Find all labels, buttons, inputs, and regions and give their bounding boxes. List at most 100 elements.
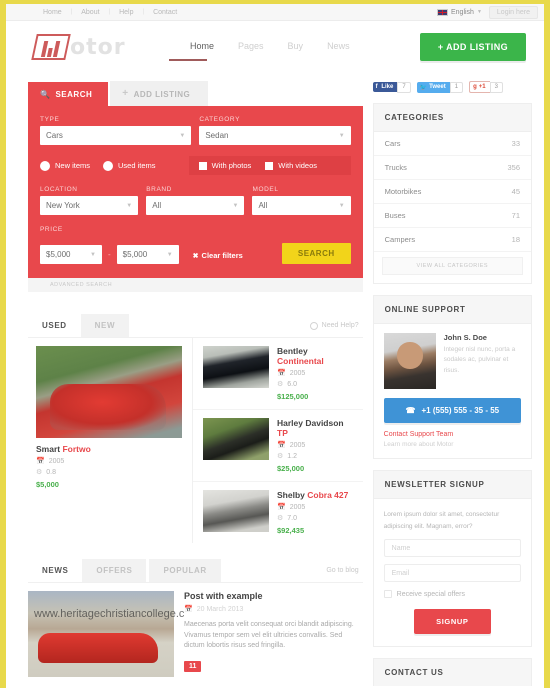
list-item[interactable]: Bentley Continental 📅 2005 ⚙ 6.0 $125,00… (193, 338, 363, 410)
support-agent-info: John S. Doe Integer nisl nunc, porta a s… (444, 333, 521, 389)
sidebar-item-cars[interactable]: Cars 33 (373, 132, 531, 156)
nav-item-pages[interactable]: Pages (238, 41, 264, 54)
top-nav: Home | About | Help | Contact (34, 9, 186, 16)
tab-used[interactable]: USED (28, 314, 81, 337)
listings-body: Smart Fortwo 📅 2005 ⚙ 0.8 $5,000 Bentley… (28, 337, 363, 543)
listing-year: 📅 2005 (277, 441, 355, 450)
view-all-categories-button[interactable]: VIEW ALL CATEGORIES (381, 257, 523, 275)
page-root: Home | About | Help | Contact English ▼ … (0, 0, 550, 688)
listing-price: $25,000 (277, 464, 305, 473)
featured-listing-title: Smart Fortwo (36, 444, 182, 454)
featured-listing-engine: ⚙ 0.8 (36, 468, 182, 477)
condition-radio-group: New items Used items (40, 160, 189, 171)
clear-filters-label: Clear filters (201, 251, 243, 260)
sidebar-item-trucks[interactable]: Trucks 356 (373, 156, 531, 180)
price-min-select[interactable]: $5,000 ▼ (40, 245, 102, 264)
news-post-title[interactable]: Post with example (184, 591, 359, 601)
list-item[interactable]: Harley Davidson TP 📅 2005 ⚙ 1.2 $25,000 (193, 410, 363, 482)
twitter-tweet-count: 1 (449, 81, 464, 93)
category-select[interactable]: Sedan ▼ (199, 126, 351, 145)
search-row-type: TYPE Cars ▼ CATEGORY Sedan ▼ (40, 116, 351, 145)
listings-section: USED NEW Need Help? Smart Fortwo 📅 2005 … (28, 314, 363, 543)
newsletter-signup-button[interactable]: SIGNUP (414, 609, 491, 635)
checkbox-with-photos-label: With photos (211, 161, 252, 170)
model-select[interactable]: All ▼ (252, 196, 351, 215)
twitter-tweet-button[interactable]: 🐦 Tweet 1 (416, 81, 464, 93)
facebook-like-button[interactable]: f Like 7 (372, 81, 411, 93)
newsletter-offers-checkbox[interactable]: Receive special offers (383, 590, 521, 599)
type-label: TYPE (40, 116, 60, 123)
listing-meta: Harley Davidson TP 📅 2005 ⚙ 1.2 $25,000 (277, 418, 355, 473)
model-label: MODEL (252, 186, 279, 193)
tab-news[interactable]: NEWS (28, 559, 82, 582)
site-header: otor Home Pages Buy News + ADD LISTING (6, 21, 544, 73)
nav-item-news[interactable]: News (327, 41, 350, 54)
listings-tabs: USED NEW Need Help? (28, 314, 363, 337)
contact-support-team-link[interactable]: Contact Support Team (384, 431, 521, 438)
listing-brand: Bentley (277, 346, 308, 356)
goto-blog-link[interactable]: Go to blog (326, 567, 362, 574)
listing-engine-value: 6.0 (287, 380, 298, 388)
sidebar-item-buses[interactable]: Buses 71 (373, 204, 531, 228)
radio-new-items[interactable]: New items (40, 160, 90, 171)
calendar-icon: 📅 (277, 370, 286, 377)
support-agent-description: Integer nisl nunc, porta a sodales ac, p… (443, 346, 516, 374)
newsletter-name-input[interactable]: Name (383, 539, 521, 558)
top-nav-about[interactable]: About (72, 9, 108, 16)
sidebar-item-campers[interactable]: Campers 18 (373, 228, 531, 252)
nav-item-buy[interactable]: Buy (288, 41, 304, 54)
newsletter-widget: NEWSLETTER SIGNUP Lorem ipsum dolor sit … (372, 470, 532, 648)
sidebar: f Like 7 🐦 Tweet 1 g +1 3 CATEGORIES Cars … (372, 81, 532, 687)
engine-icon: ⚙ (277, 453, 284, 460)
nav-item-home[interactable]: Home (190, 41, 214, 54)
category-count: 45 (511, 187, 520, 196)
support-phone-button[interactable]: ☎ +1 (555) 555 - 35 - 55 (383, 398, 521, 423)
facebook-like-label: Like (381, 84, 394, 90)
tab-popular[interactable]: POPULAR (149, 559, 221, 582)
login-button[interactable]: Login here (488, 5, 538, 19)
list-item[interactable]: Shelby Cobra 427 📅 2005 ⚙ 7.0 $92,435 (193, 482, 363, 543)
radio-icon (103, 160, 114, 171)
featured-listing[interactable]: Smart Fortwo 📅 2005 ⚙ 0.8 $5,000 (28, 338, 192, 543)
listing-meta: Shelby Cobra 427 📅 2005 ⚙ 7.0 $92,435 (277, 490, 355, 535)
featured-listing-engine-value: 0.8 (46, 468, 57, 476)
checkbox-with-videos[interactable]: With videos (265, 161, 317, 170)
learn-more-link[interactable]: Learn more about Motor (384, 441, 521, 448)
sidebar-item-motorbikes[interactable]: Motorbikes 45 (373, 180, 531, 204)
logo[interactable]: otor (31, 34, 154, 60)
clear-filters-button[interactable]: ✖ Clear filters (193, 251, 243, 264)
add-listing-button[interactable]: + ADD LISTING (419, 33, 526, 61)
advanced-search-bar[interactable]: ADVANCED SEARCH (28, 278, 363, 292)
tab-new[interactable]: NEW (80, 314, 130, 337)
categories-widget-title: CATEGORIES (373, 104, 531, 132)
need-help-link[interactable]: Need Help? (309, 321, 363, 330)
google-plus-button[interactable]: g +1 3 (469, 81, 503, 93)
language-selector[interactable]: English ▼ (436, 8, 482, 16)
google-plus-label: +1 (478, 84, 486, 90)
top-nav-contact[interactable]: Contact (144, 9, 186, 16)
news-post-comment-count[interactable]: 11 (184, 660, 202, 672)
price-min-value: $5,000 (46, 250, 71, 259)
newsletter-email-input[interactable]: Email (383, 564, 521, 583)
tab-search[interactable]: 🔍 SEARCH (28, 82, 109, 106)
media-checkbox-panel: With photos With videos (188, 156, 351, 175)
type-select[interactable]: Cars ▼ (40, 126, 192, 145)
price-max-select[interactable]: $5,000 ▼ (116, 245, 179, 264)
tab-add-listing[interactable]: + ADD LISTING (110, 81, 209, 106)
brand-select[interactable]: All ▼ (146, 196, 245, 215)
featured-listing-model: Fortwo (62, 444, 91, 454)
top-nav-home[interactable]: Home (34, 9, 71, 16)
model-value: All (258, 201, 268, 210)
radio-used-items[interactable]: Used items (103, 160, 156, 171)
image-watermark: www.heritagechristiancollege.c (34, 608, 185, 620)
listing-title: Harley Davidson TP (277, 418, 355, 438)
twitter-tweet-label: Tweet (429, 84, 446, 90)
top-nav-help[interactable]: Help (110, 9, 142, 16)
listing-engine-value: 7.0 (287, 514, 298, 522)
tab-offers[interactable]: OFFERS (82, 559, 147, 582)
close-icon: ✖ (192, 252, 199, 260)
newsletter-offers-label: Receive special offers (396, 590, 465, 598)
checkbox-with-photos[interactable]: With photos (198, 161, 252, 170)
search-submit-button[interactable]: SEARCH (281, 243, 351, 264)
location-select[interactable]: New York ▼ (40, 196, 139, 215)
